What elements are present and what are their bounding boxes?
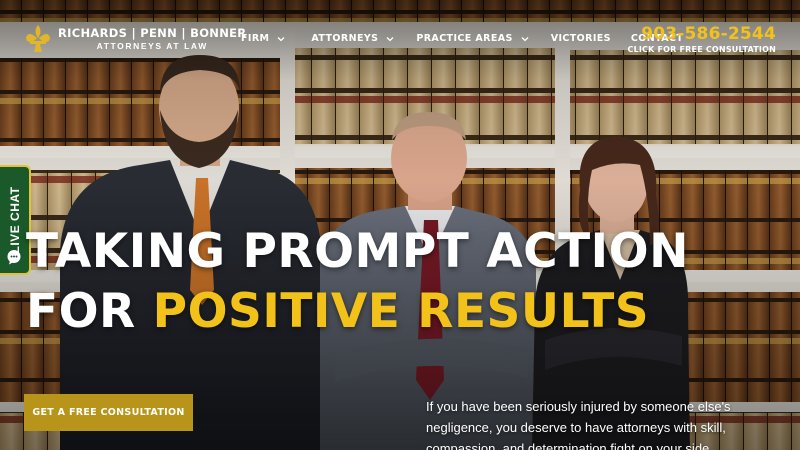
- nav-item-label: FIRM: [241, 33, 270, 44]
- headline-line-1: TAKING PROMPT ACTION: [26, 224, 689, 279]
- site-header: RICHARDS | PENN | BONNER ATTORNEYS AT LA…: [0, 0, 800, 64]
- logo-firm-name: RICHARDS | PENN | BONNER: [58, 25, 247, 40]
- free-consultation-button[interactable]: GET A FREE CONSULTATION: [24, 394, 193, 431]
- phone-number[interactable]: 903-586-2544: [628, 24, 777, 44]
- live-chat-label: LIVE CHAT: [7, 186, 22, 254]
- nav-item-label: VICTORIES: [550, 33, 611, 44]
- site-logo[interactable]: RICHARDS | PENN | BONNER ATTORNEYS AT LA…: [24, 24, 246, 54]
- chat-bubble-icon: [7, 250, 21, 265]
- headline-highlight: POSITIVE RESULTS: [152, 284, 650, 339]
- logo-tagline: ATTORNEYS AT LAW: [96, 40, 208, 51]
- phone-cta[interactable]: 903-586-2544 CLICK FOR FREE CONSULTATION: [628, 24, 777, 54]
- nav-item-practice-areas[interactable]: PRACTICE AREAS: [416, 33, 529, 44]
- hero-headline: TAKING PROMPT ACTION FOR POSITIVE RESULT…: [26, 222, 689, 342]
- phone-consultation-label[interactable]: CLICK FOR FREE CONSULTATION: [628, 45, 777, 54]
- nav-item-firm[interactable]: FIRM: [241, 33, 285, 44]
- nav-item-victories[interactable]: VICTORIES: [551, 33, 611, 44]
- nav-item-attorneys[interactable]: ATTORNEYS: [311, 33, 394, 44]
- main-nav: FIRM ATTORNEYS PRACTICE AREAS VICTORIES …: [241, 33, 683, 44]
- headline-prefix: FOR: [26, 284, 153, 339]
- fleur-de-lis-icon: [26, 25, 50, 52]
- nav-item-label: PRACTICE AREAS: [416, 33, 513, 44]
- chevron-down-icon: [521, 36, 529, 41]
- hero-intro-text: If you have been seriously injured by so…: [426, 399, 731, 450]
- chevron-down-icon: [386, 36, 394, 41]
- nav-item-label: ATTORNEYS: [311, 33, 379, 44]
- headline-line-2: FOR POSITIVE RESULTS: [26, 282, 689, 342]
- chevron-down-icon: [277, 36, 285, 41]
